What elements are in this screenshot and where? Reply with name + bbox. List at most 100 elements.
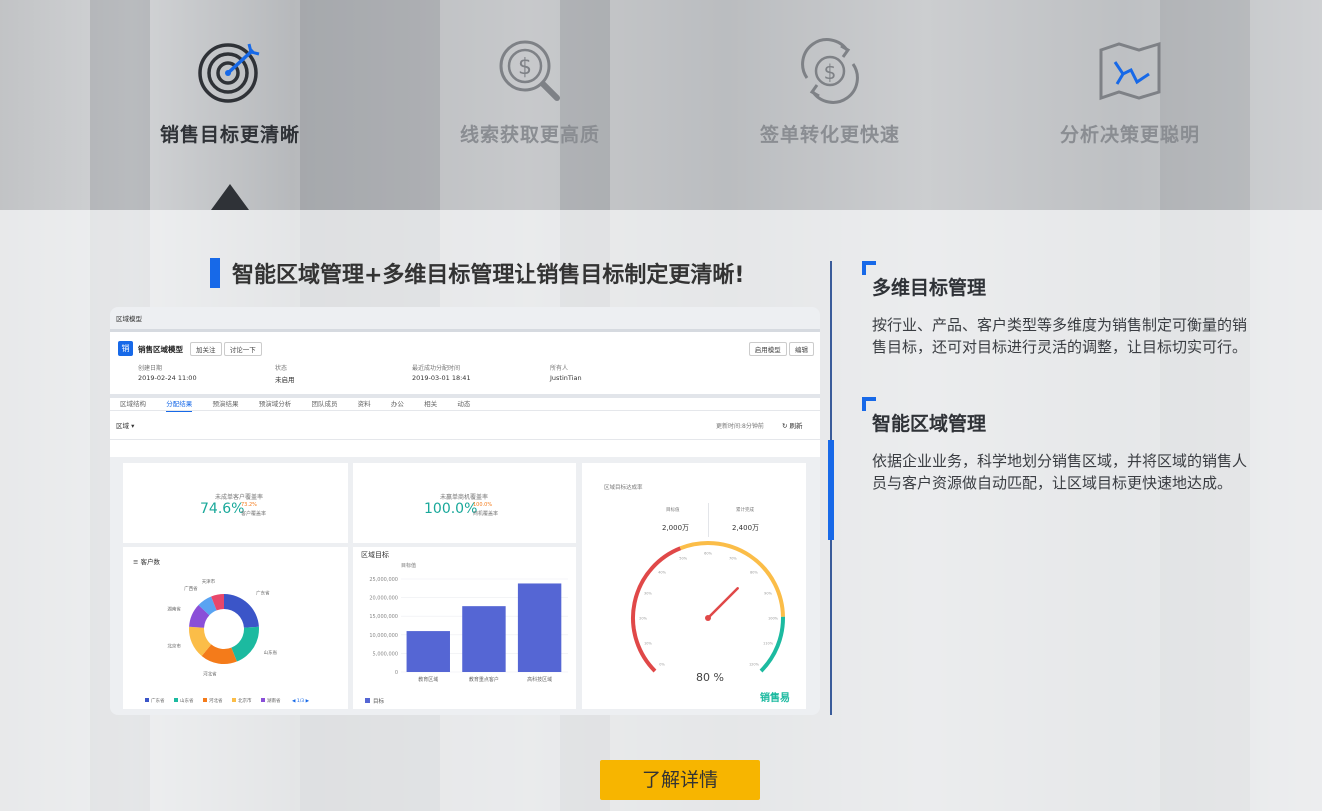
gauge-tick: 110% xyxy=(763,641,774,645)
product-screenshot: 区域模型 销 销售区域模型 加关注 讨论一下 启用模型 编辑 创建日期 2019… xyxy=(110,307,820,715)
discuss-button[interactable]: 讨论一下 xyxy=(223,342,262,356)
gauge-arc xyxy=(631,546,682,673)
gauge-tick: 100% xyxy=(768,617,779,621)
donut-label: 河北省 xyxy=(203,670,217,677)
shot-title: 销售区域模型 xyxy=(138,345,183,354)
gauge-tick: 20% xyxy=(639,617,647,621)
kpi-delta: 73.2% xyxy=(241,502,257,508)
gauge-tick: 80% xyxy=(750,571,758,575)
shot-tab[interactable]: 办公 xyxy=(391,398,404,408)
gauge-arc xyxy=(679,541,785,617)
section-title: 智能区域管理 xyxy=(872,413,987,435)
gauge-tick: 70% xyxy=(729,556,737,560)
shot-tab[interactable]: 预演域分析 xyxy=(259,398,292,408)
kpi-delta: 100.0% xyxy=(473,502,493,508)
kpi-card: 未赢单商机覆盖率 100.0% 100.0% 商机覆盖率 xyxy=(353,463,576,543)
gauge-chart: 0% 10% 20% 30% 40% 50% 60% 70% 80% 90% 100% 110% 120… xyxy=(631,541,785,673)
y-tick-label: 15,000,000 xyxy=(369,614,398,620)
legend-label: 湖南省 xyxy=(267,697,281,704)
edit-button[interactable]: 编辑 xyxy=(789,342,814,356)
corner-mark xyxy=(862,397,876,411)
shot-app-icon: 销 xyxy=(118,341,133,356)
feature-label: 销售目标更清晰 xyxy=(159,124,300,146)
kpi-label: 未成单客户覆盖率 xyxy=(215,494,264,501)
active-tab-indicator xyxy=(211,184,249,210)
refresh-label: 刷新 xyxy=(789,422,803,430)
shot-tab[interactable]: 相关 xyxy=(424,398,437,408)
meta-value: 2019-02-24 11:00 xyxy=(138,374,197,382)
legend-label: 广东省 xyxy=(151,697,165,704)
donut-label: 天津市 xyxy=(202,578,216,585)
kpi-card: 未成单客户覆盖率 74.6% 73.2% 客户覆盖率 xyxy=(123,463,348,543)
enable-model-button[interactable]: 启用模型 xyxy=(748,342,787,356)
kpi-sub: 客户覆盖率 xyxy=(241,511,267,517)
kpi-label: 未赢单商机覆盖率 xyxy=(440,494,489,501)
gauge-tick: 90% xyxy=(764,592,772,596)
bar-card: 区域目标 目标值 25,000,000 20,000,000 15,000,000 1… xyxy=(353,547,576,709)
donut-label: 广西省 xyxy=(184,585,198,592)
gauge-tick: 30% xyxy=(644,592,652,596)
section-body: 依据企业业务，科学地划分销售区域，并将区域的销售人员与客户资源做自动匹配，让区域… xyxy=(872,452,1248,492)
target-icon xyxy=(198,43,260,103)
dollar-cycle-icon: $ xyxy=(801,38,859,104)
feature-tab-lead-quality[interactable]: $ 线索获取更高质 xyxy=(410,38,650,147)
region-filter[interactable]: 区域 ▾ xyxy=(116,420,134,430)
y-tick-label: 5,000,000 xyxy=(373,651,398,657)
gauge-tick: 0% xyxy=(659,662,665,666)
meta-label: 状态 xyxy=(275,365,288,372)
meta-label: 创建日期 xyxy=(138,365,163,372)
legend-swatch xyxy=(145,698,149,702)
headline: 智能区域管理+多维目标管理让销售目标制定更清晰! xyxy=(210,258,744,288)
gauge-hub xyxy=(705,615,711,621)
corner-mark xyxy=(862,261,876,275)
learn-more-button[interactable]: 了解详情 xyxy=(600,760,760,800)
y-tick-label: 25,000,000 xyxy=(369,577,398,583)
bar xyxy=(517,583,562,672)
section-body: 按行业、产品、客户类型等多维度为销售制定可衡量的销售目标，还可对目标进行灵活的调… xyxy=(872,316,1248,356)
meta-value: JustinTian xyxy=(550,374,582,382)
section-title: 多维目标管理 xyxy=(872,277,987,299)
feature-tab-sales-target[interactable]: 销售目标更清晰 xyxy=(110,38,350,147)
region-filter-label: 区域 xyxy=(116,422,129,430)
map-chart-icon xyxy=(1099,41,1161,101)
gauge-tick: 120% xyxy=(749,662,760,666)
donut-label: 湖南省 xyxy=(167,605,181,612)
refresh-button[interactable]: ↻ 刷新 xyxy=(782,420,803,430)
donut-chart: 广东省山东省河北省北京市湖南省广西省天津市广东省 山东省 河北省 北京市 湖南省 ◀ 1/… xyxy=(145,578,310,704)
y-tick-label: 20,000,000 xyxy=(369,596,398,602)
legend-pager: ◀ 1/3 ▶ xyxy=(292,698,310,704)
donut-card: ≡ 客户数 广东省 山东省 河北省 北京市 湖南省 广西省 天津市 广东省 山东省 河北省 北京市湖… xyxy=(123,547,348,709)
headline-bar xyxy=(210,258,220,288)
gauge-card: 区域目标达成率 目标值 2,000万 累计完成 2,400万 0% 10% 20% 3… xyxy=(582,463,806,709)
gauge-tick: 40% xyxy=(658,571,666,575)
legend-swatch xyxy=(261,698,265,702)
update-time: 更新时间:8分钟前 xyxy=(716,423,764,430)
shot-tab[interactable]: 动态 xyxy=(457,398,470,408)
gauge-tick: 60% xyxy=(704,552,712,556)
bar-legend-label: 目标 xyxy=(373,699,385,705)
x-tick-label: 教育重点客户 xyxy=(469,676,499,683)
meta-value: 2019-03-01 18:41 xyxy=(412,374,471,382)
svg-text:$: $ xyxy=(518,55,532,80)
feature-tab-conversion[interactable]: $ 签单转化更快速 xyxy=(710,38,950,147)
gauge-tick: 50% xyxy=(679,556,687,560)
shot-tab[interactable]: 区域结构 xyxy=(120,398,146,408)
svg-text:$: $ xyxy=(824,60,837,84)
headline-text: 智能区域管理+多维目标管理让销售目标制定更清晰! xyxy=(232,263,745,288)
follow-button[interactable]: 加关注 xyxy=(190,342,222,356)
legend-label: 北京市 xyxy=(238,697,252,704)
donut-slice xyxy=(231,626,259,662)
y-tick-label: 10,000,000 xyxy=(369,633,398,639)
dollar-search-icon: $ xyxy=(499,40,560,101)
feature-tab-analytics[interactable]: 分析决策更聪明 xyxy=(1010,38,1250,147)
section-smart-region: 智能区域管理 依据企业业务，科学地划分销售区域，并将区域的销售人员与客户资源做自… xyxy=(862,397,1247,494)
shot-tab[interactable]: 预演结果 xyxy=(212,398,238,408)
shot-tab[interactable]: 团队成员 xyxy=(311,398,337,408)
meta-label: 所有人 xyxy=(550,365,569,372)
legend-swatch xyxy=(203,698,207,702)
feature-label: 分析决策更聪明 xyxy=(1059,124,1200,146)
kpi-sub: 商机覆盖率 xyxy=(473,511,499,517)
shot-breadcrumb: 区域模型 xyxy=(116,315,142,323)
shot-tab[interactable]: 资料 xyxy=(358,398,371,408)
feature-label: 线索获取更高质 xyxy=(459,124,600,146)
